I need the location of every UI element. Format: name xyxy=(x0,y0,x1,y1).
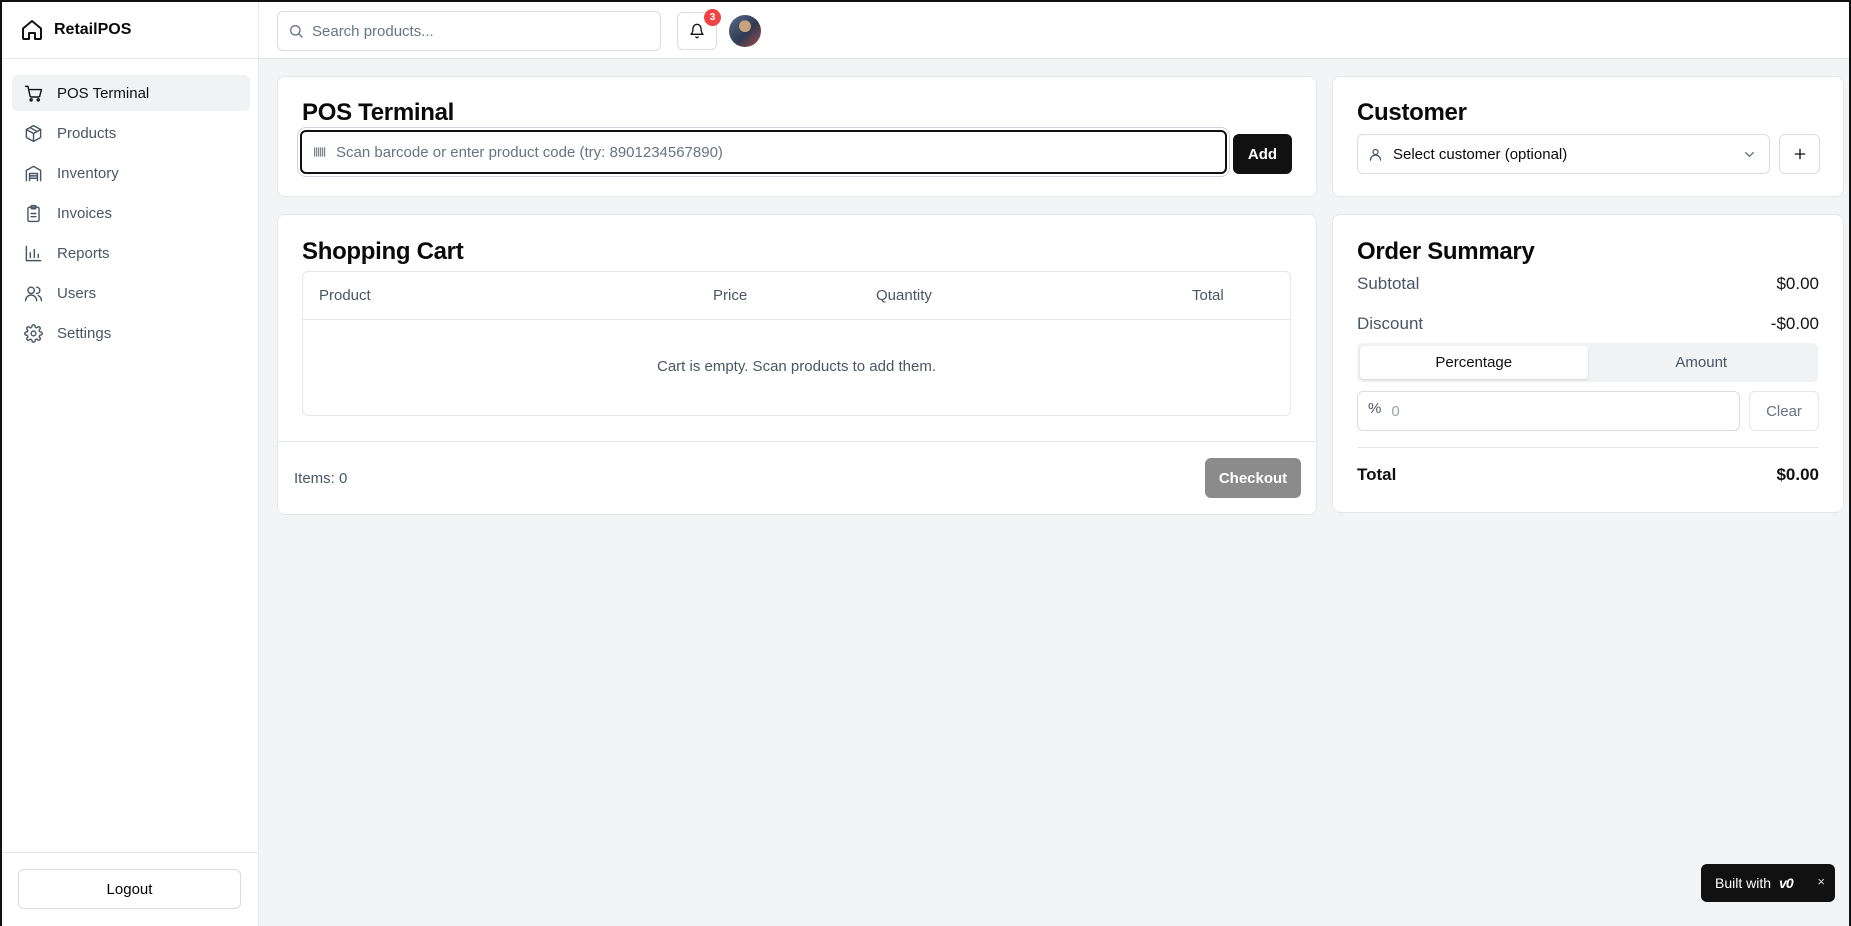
total-row: Total $0.00 xyxy=(1357,465,1819,485)
bar-chart-icon xyxy=(25,245,42,261)
discount-field[interactable]: % xyxy=(1357,391,1740,431)
cart-empty-message: Cart is empty. Scan products to add them… xyxy=(656,358,937,375)
subtotal-label: Subtotal xyxy=(1357,274,1420,293)
barcode-field[interactable] xyxy=(300,130,1227,174)
sidebar-item-label: Users xyxy=(57,284,97,302)
add-product-button[interactable]: Add xyxy=(1233,134,1292,174)
tab-percentage[interactable]: Percentage xyxy=(1360,346,1588,379)
add-customer-button[interactable] xyxy=(1779,134,1820,174)
search-icon xyxy=(290,25,303,38)
clipboard-icon xyxy=(27,204,40,222)
logout-button[interactable]: Logout xyxy=(18,869,241,909)
customer-select-label: Select customer (optional) xyxy=(1393,145,1568,163)
notifications-button[interactable]: 3 xyxy=(677,9,721,50)
sidebar-item-pos-terminal[interactable]: POS Terminal xyxy=(12,75,250,111)
clear-discount-button[interactable]: Clear xyxy=(1749,391,1819,431)
discount-value: -$0.00 xyxy=(1770,314,1819,333)
column-header-product: Product xyxy=(319,287,371,304)
plus-icon xyxy=(1794,148,1805,160)
search-input[interactable] xyxy=(312,22,642,40)
subtotal-row: Subtotal $0.00 xyxy=(1357,274,1819,294)
package-icon xyxy=(25,124,42,142)
customer-select[interactable]: Select customer (optional) xyxy=(1357,134,1770,174)
discount-row: Discount -$0.00 xyxy=(1357,314,1819,334)
bell-icon xyxy=(690,23,704,39)
brand[interactable]: RetailPOS xyxy=(2,2,258,59)
discount-input[interactable] xyxy=(1391,402,1712,420)
tab-amount[interactable]: Amount xyxy=(1588,346,1816,379)
shopping-cart-card: Shopping Cart Product Price Quantity Tot… xyxy=(277,214,1317,515)
sidebar-item-label: Invoices xyxy=(57,204,113,222)
sidebar-item-settings[interactable]: Settings xyxy=(12,315,250,351)
percent-icon: % xyxy=(1368,399,1382,417)
home-icon xyxy=(22,20,42,40)
chevron-down-icon xyxy=(1745,152,1754,157)
sidebar-item-label: POS Terminal xyxy=(57,84,150,102)
pos-terminal-card: POS Terminal Add xyxy=(277,76,1317,197)
sidebar-item-inventory[interactable]: Inventory xyxy=(12,155,250,191)
total-label: Total xyxy=(1357,465,1397,484)
barcode-icon xyxy=(314,147,326,157)
cart-table-header: Product Price Quantity Total xyxy=(303,272,1290,320)
built-with-badge[interactable]: Built with v0 × xyxy=(1701,864,1835,902)
items-count: Items: 0 xyxy=(294,470,348,487)
search-box[interactable] xyxy=(277,11,661,51)
user-icon xyxy=(1369,148,1382,161)
discount-label: Discount xyxy=(1357,314,1424,333)
warehouse-icon xyxy=(25,165,42,181)
subtotal-value: $0.00 xyxy=(1776,274,1819,293)
column-header-quantity: Quantity xyxy=(876,287,932,304)
pos-terminal-title: POS Terminal xyxy=(302,99,455,126)
total-value: $0.00 xyxy=(1776,465,1819,484)
sidebar: RetailPOS POS Terminal Products Inventor… xyxy=(2,2,259,926)
avatar[interactable] xyxy=(729,15,761,47)
customer-card: Customer Select customer (optional) xyxy=(1332,76,1844,197)
sidebar-footer: Logout xyxy=(2,852,258,926)
checkout-button[interactable]: Checkout xyxy=(1205,458,1301,498)
sidebar-item-label: Products xyxy=(57,124,117,142)
order-summary-card: Order Summary Subtotal $0.00 Discount -$… xyxy=(1332,214,1844,513)
sidebar-item-label: Settings xyxy=(57,324,112,342)
customer-title: Customer xyxy=(1357,99,1467,126)
sidebar-nav: POS Terminal Products Inventory Invoices… xyxy=(2,59,258,351)
close-icon[interactable]: × xyxy=(1817,874,1825,889)
sidebar-item-label: Reports xyxy=(57,244,110,262)
v0-logo: v0 xyxy=(1779,875,1794,891)
order-summary-title: Order Summary xyxy=(1357,238,1535,265)
sidebar-item-users[interactable]: Users xyxy=(12,275,250,311)
notification-count-badge: 3 xyxy=(704,9,721,26)
sidebar-item-label: Inventory xyxy=(57,164,119,182)
sidebar-item-reports[interactable]: Reports xyxy=(12,235,250,271)
column-header-total: Total xyxy=(1192,287,1224,304)
users-icon xyxy=(24,285,43,301)
cart-footer: Items: 0 Checkout xyxy=(278,441,1316,516)
sidebar-item-invoices[interactable]: Invoices xyxy=(12,195,250,231)
shopping-cart-title: Shopping Cart xyxy=(302,238,464,265)
divider xyxy=(1357,447,1819,448)
cart-icon xyxy=(24,85,43,102)
discount-type-tabs: Percentage Amount xyxy=(1357,343,1818,382)
barcode-input[interactable] xyxy=(336,143,1196,161)
sidebar-item-products[interactable]: Products xyxy=(12,115,250,151)
gear-icon xyxy=(24,323,43,343)
cart-table: Product Price Quantity Total Cart is emp… xyxy=(302,271,1291,416)
app-name: RetailPOS xyxy=(54,21,132,38)
column-header-price: Price xyxy=(713,287,748,304)
built-with-text: Built with xyxy=(1715,875,1772,891)
top-bar: 3 xyxy=(259,2,1849,59)
